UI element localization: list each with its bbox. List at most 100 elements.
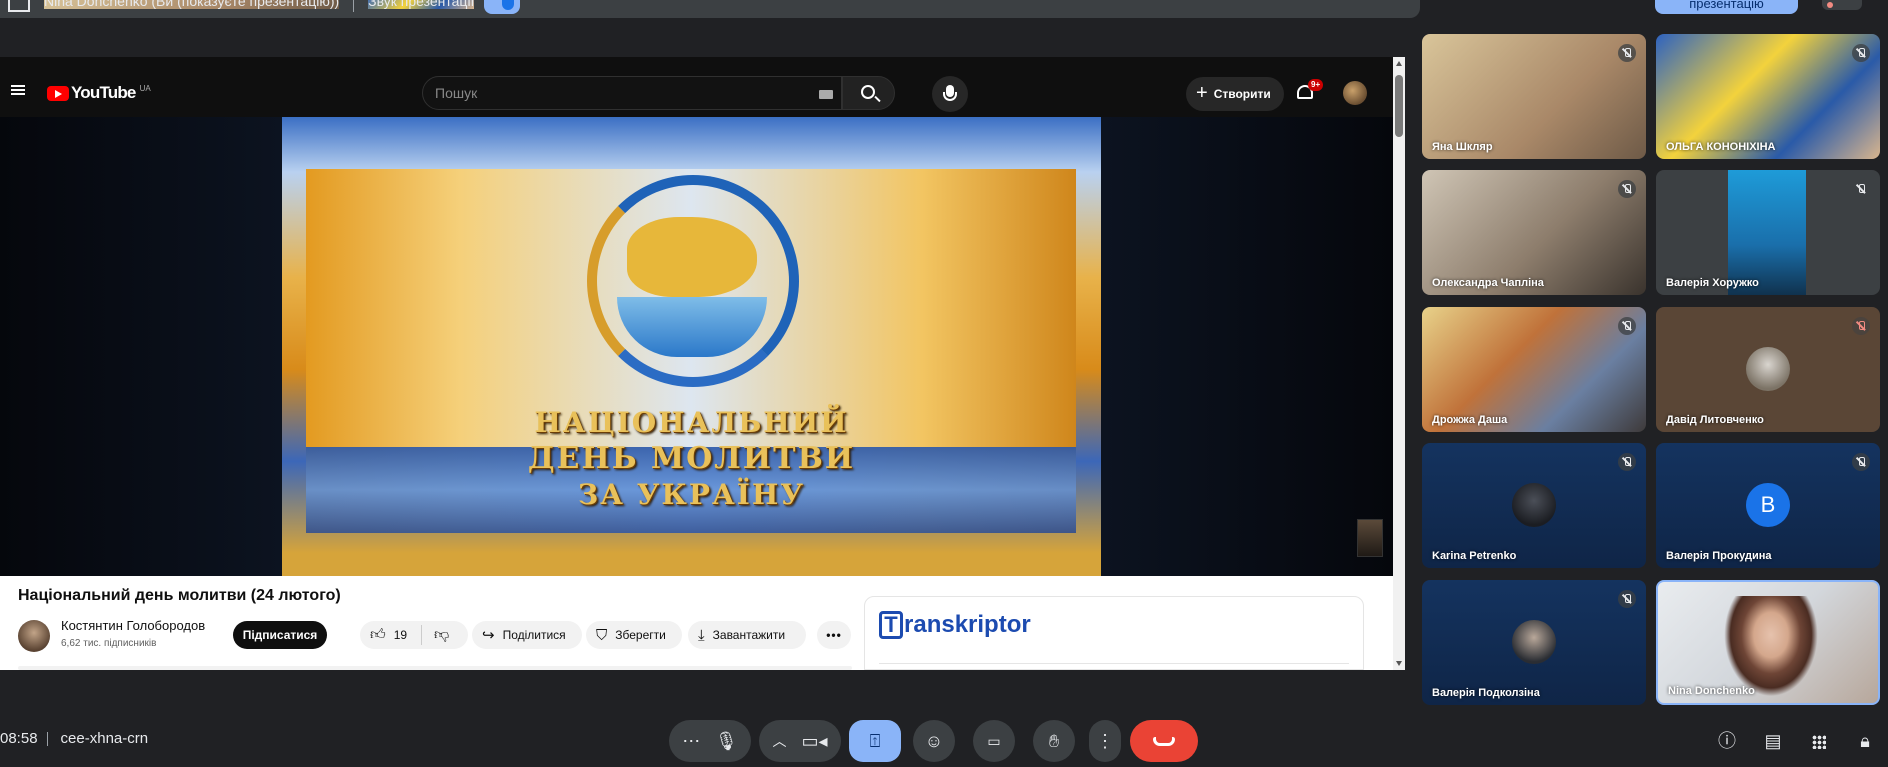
youtube-header: YouTube UA + Створити 9+ [0,57,1393,117]
meeting-code[interactable]: cee-xhna-crn [61,730,149,747]
voice-search-button[interactable] [932,76,968,112]
video-player[interactable]: НАЦІОНАЛЬНИЙ ДЕНЬ МОЛИТВИ ЗА УКРАЇНУ [0,117,1393,576]
participant-name: Nina Donchenko [1668,685,1755,697]
captions-icon: ▭ [987,732,1001,749]
mic-off-icon [1852,180,1870,198]
participant-name: Яна Шкляр [1432,141,1493,153]
info-icon[interactable]: ⓘ [1704,720,1750,762]
present-screen-icon: ⍐ [869,730,881,751]
thumbs-up-icon[interactable]: 👍︎ [370,626,386,644]
search-button[interactable] [842,76,895,110]
participant-tile[interactable]: Валерія Хоружко [1656,170,1880,295]
notification-badge: 9+ [1308,79,1324,91]
microphone-icon[interactable]: 🎙︎ [715,731,738,752]
search-box [422,76,842,110]
mic-off-icon [1852,44,1870,62]
present-now-button[interactable]: ⍐ [849,720,901,762]
mic-off-icon [1618,317,1636,335]
menu-icon[interactable] [11,85,25,95]
participant-tile[interactable]: Дрожжа Даша [1422,307,1646,432]
save-button[interactable]: ⛉ Зберегти [586,621,682,649]
apps-grid-icon[interactable] [1796,720,1842,762]
microphone-icon [943,85,957,101]
divider [46,731,48,746]
scroll-down-arrow-icon[interactable] [1396,661,1402,666]
search-input[interactable] [435,84,815,102]
account-avatar[interactable] [1343,81,1367,105]
participant-avatar [1512,620,1556,664]
emoji-icon: ☺ [924,730,944,751]
audio-options-icon[interactable]: ⋯ [682,731,700,752]
host-controls-lock-icon[interactable]: 🔒︎ [1842,720,1888,762]
thumbs-down-icon[interactable]: 👎︎ [434,626,449,644]
video-title-overlay: НАЦІОНАЛЬНИЙ ДЕНЬ МОЛИТВИ ЗА УКРАЇНУ [282,405,1101,513]
stop-presenting-button[interactable]: презентацію [1655,0,1798,14]
mic-off-icon [1618,590,1636,608]
raise-hand-button[interactable]: ✋︎ [1033,720,1075,762]
participant-name: Дрожжа Даша [1432,414,1508,426]
share-icon: ↪ [482,627,495,644]
like-dislike-group: 👍︎ 19 👎︎ [360,621,468,649]
search-icon [861,85,875,99]
more-actions-button[interactable]: ••• [817,621,851,649]
channel-avatar[interactable] [18,620,50,652]
participant-tile[interactable]: Яна Шкляр [1422,34,1646,159]
subscriber-count: 6,62 тис. підписників [61,638,157,649]
save-label: Зберегти [615,628,666,642]
video-frame: НАЦІОНАЛЬНИЙ ДЕНЬ МОЛИТВИ ЗА УКРАЇНУ [282,117,1101,576]
meeting-details: 08:58 cee-xhna-crn [0,730,148,747]
participant-tile[interactable]: Давід Литовченко [1656,307,1880,432]
hand-icon: ✋︎ [1048,730,1060,751]
participant-tile[interactable]: Валерія Подколзіна [1422,580,1646,705]
present-screen-icon [8,0,30,12]
participant-name: Олександра Чапліна [1432,277,1544,289]
transkriptor-logo: T ranskriptor [879,611,1031,639]
youtube-logo[interactable]: YouTube UA [47,83,151,103]
presentation-audio-toggle[interactable] [484,0,521,14]
youtube-wordmark: YouTube [71,83,136,102]
create-label: Створити [1213,87,1271,101]
participant-tile[interactable]: В Валерія Прокудина [1656,443,1880,568]
camera-icon[interactable]: ▭◂ [801,731,827,752]
stop-presenting-label: презентацію [1689,0,1764,11]
overlay-line-1: НАЦІОНАЛЬНИЙ [534,406,849,439]
scroll-up-arrow-icon[interactable] [1396,61,1402,66]
create-button[interactable]: + Створити [1186,77,1284,111]
meet-window: Nina Donchenko (Ви (показуєте презентаці… [0,0,1888,767]
share-button[interactable]: ↪ Поділитися [472,621,582,649]
divider [353,0,355,12]
download-label: Завантажити [712,628,786,642]
hang-up-icon [1153,736,1175,746]
scrollbar-thumb[interactable] [1395,75,1403,137]
download-button[interactable]: ⤓ Завантажити [688,621,806,649]
participant-name: Валерія Прокудина [1666,550,1772,562]
captions-button[interactable]: ▭ [973,720,1015,762]
participant-tile[interactable]: Олександра Чапліна [1422,170,1646,295]
share-label: Поділитися [502,628,566,642]
participant-name: Валерія Подколзіна [1432,687,1540,699]
meeting-side-tools: ⓘ ▤ 🔒︎ [1704,720,1888,762]
mic-off-icon [1618,453,1636,471]
chat-icon[interactable]: ▤ [1750,720,1796,762]
participant-tile[interactable]: Karina Petrenko [1422,443,1646,568]
leave-call-button[interactable] [1130,720,1198,762]
ukraine-map-emblem [627,217,757,297]
chevron-up-icon[interactable]: ︿ [772,731,786,751]
participant-tile[interactable]: ОЛЬГА КОНОНІХІНА [1656,34,1880,159]
page-scrollbar[interactable] [1393,57,1405,670]
top-right-indicators [1822,0,1862,10]
divider [421,625,423,645]
meeting-controls-bar: 08:58 cee-xhna-crn ⋯ 🎙︎ ︿ ▭◂ ⍐ ☺ ▭ ✋︎ ⋮ [0,706,1888,767]
reactions-button[interactable]: ☺ [913,720,955,762]
like-count[interactable]: 19 [394,628,407,642]
youtube-play-icon [47,85,69,101]
more-options-button[interactable]: ⋮ [1089,720,1121,762]
channel-name[interactable]: Костянтин Голобородов [61,618,205,633]
video-title: Національний день молитви (24 лютого) [18,587,341,604]
keyboard-icon[interactable] [819,90,833,99]
subscribe-button[interactable]: Підписатися [233,621,327,649]
overlay-line-2: ДЕНЬ МОЛИТВИ [527,441,856,476]
presentation-status-bar: Nina Donchenko (Ви (показуєте презентаці… [0,0,1420,18]
description-box-edge [18,666,852,670]
participant-tile-self[interactable]: Nina Donchenko [1656,580,1880,705]
